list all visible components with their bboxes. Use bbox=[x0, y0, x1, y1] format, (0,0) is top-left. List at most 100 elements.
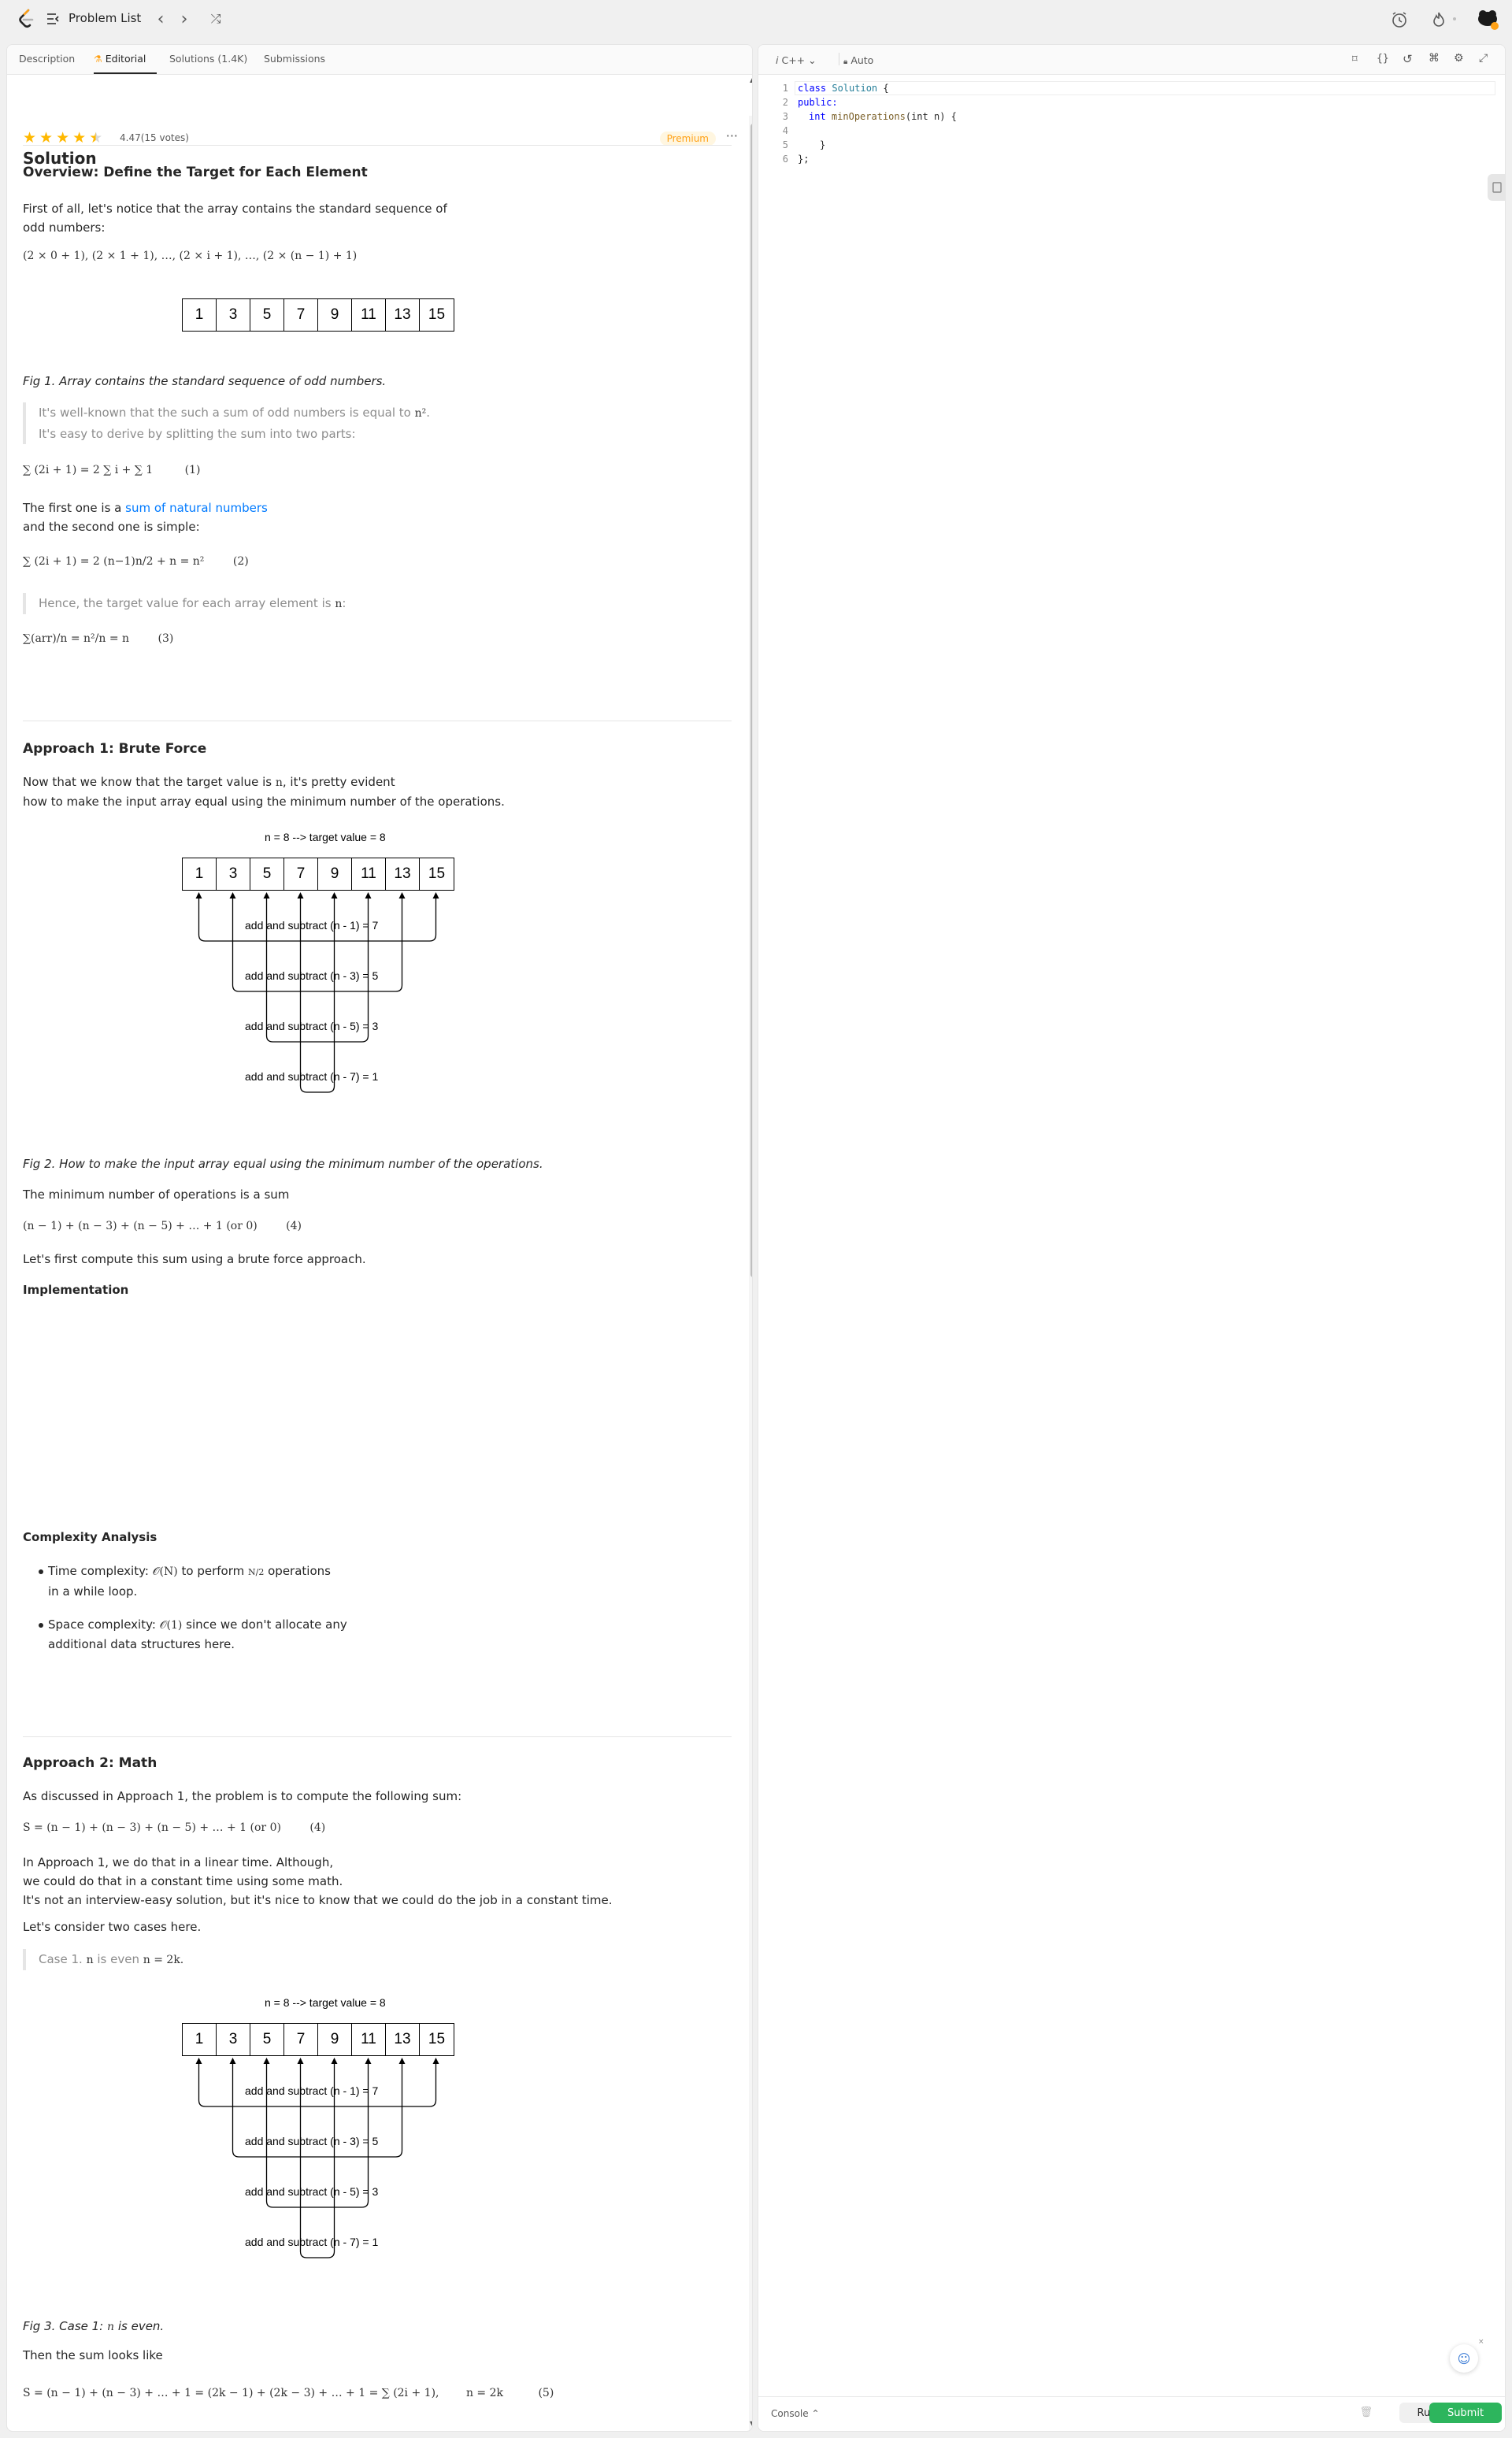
submit-button[interactable]: Submit bbox=[1429, 2403, 1502, 2423]
space-complexity-line-1: Space complexity: 𝒪(1) since we don't al… bbox=[48, 1615, 347, 1635]
bookmark-icon[interactable]: ⌑ bbox=[1352, 54, 1358, 65]
line-number: 4 bbox=[782, 125, 788, 136]
code-line-1[interactable]: class Solution { bbox=[798, 83, 889, 94]
fig3-math: n bbox=[107, 2321, 115, 2333]
time-complexity-line-1: Time complexity: 𝒪(N) to perform N/2 ope… bbox=[48, 1562, 331, 1582]
star-icon[interactable]: ★ bbox=[72, 130, 86, 146]
array-cell: 3 bbox=[217, 2024, 250, 2055]
arrow-head-icon bbox=[365, 892, 372, 899]
line-number: 6 bbox=[782, 154, 788, 165]
tab-solutions[interactable]: Solutions (1.4K) bbox=[169, 53, 247, 65]
approach2-line-c: It's not an interview-easy solution, but… bbox=[23, 1893, 613, 1907]
scrollbar-thumb[interactable] bbox=[750, 124, 752, 1277]
array-cell: 1 bbox=[183, 299, 217, 331]
autocomplete-toggle[interactable]: 🔒︎ Auto bbox=[843, 54, 873, 66]
chevron-up-icon: ⌃ bbox=[811, 2408, 820, 2419]
shortcuts-icon[interactable]: ⌘ bbox=[1429, 52, 1440, 65]
fullscreen-icon[interactable]: ⤢ bbox=[1479, 52, 1488, 65]
case1-math-n: n bbox=[86, 1954, 94, 1966]
assistant-chat-icon[interactable]: ☺ bbox=[1450, 2344, 1478, 2373]
equation-5-number: (5) bbox=[538, 2387, 554, 2399]
half-star-icon[interactable]: ★ bbox=[89, 130, 102, 146]
arrow-head-icon bbox=[331, 2058, 338, 2064]
array-cell: 5 bbox=[250, 858, 284, 890]
code-line-2[interactable]: public: bbox=[798, 97, 838, 108]
array-cell: 15 bbox=[428, 865, 446, 882]
rating-stars[interactable]: ★ ★ ★ ★ ★ bbox=[23, 130, 102, 146]
console-label: Console bbox=[771, 2408, 809, 2419]
star-icon[interactable]: ★ bbox=[39, 130, 53, 146]
next-problem-icon[interactable]: › bbox=[175, 9, 194, 29]
array-figure-1: 1 3 5 7 9 11 13 15 bbox=[182, 298, 454, 332]
streak-icon[interactable] bbox=[1429, 9, 1449, 30]
problem-list-link[interactable]: Problem List bbox=[69, 11, 141, 25]
fig1-caption: Fig 1. Array contains the standard seque… bbox=[23, 374, 387, 388]
divider bbox=[23, 145, 732, 146]
format-braces-icon[interactable]: {} bbox=[1377, 53, 1389, 65]
time-text: to perform bbox=[181, 1564, 245, 1578]
shuffle-icon[interactable]: ⤮ bbox=[206, 9, 225, 28]
settings-gear-icon[interactable]: ⚙ bbox=[1454, 52, 1464, 65]
quote-odd-sum: It's well-known that the such a sum of o… bbox=[23, 402, 574, 444]
equation-5-body: S = (n − 1) + (n − 3) + … + 1 = (2k − 1)… bbox=[23, 2387, 439, 2399]
case1-text: is even bbox=[97, 1952, 139, 1966]
array-cell: 3 bbox=[217, 299, 250, 331]
array-cell: 7 bbox=[284, 858, 318, 890]
time-math: 𝒪(N) bbox=[152, 1565, 178, 1578]
array-cell: 13 bbox=[386, 2024, 420, 2055]
arrow-head-icon bbox=[263, 2058, 270, 2064]
problem-list-icon[interactable] bbox=[46, 11, 61, 27]
quote-target-math: n bbox=[335, 598, 343, 610]
star-icon[interactable]: ★ bbox=[23, 130, 36, 146]
tab-editorial[interactable]: ⚗ Editorial bbox=[94, 53, 146, 65]
avatar[interactable] bbox=[1476, 8, 1499, 31]
timer-icon[interactable] bbox=[1389, 9, 1410, 30]
tab-description[interactable]: Description bbox=[19, 53, 75, 65]
console-toggle[interactable]: Console ⌃ bbox=[771, 2408, 820, 2419]
language-label: C++ bbox=[781, 54, 806, 66]
quote-math-n2: n² bbox=[414, 407, 427, 420]
language-select[interactable]: i C++ ⌄ bbox=[776, 54, 817, 66]
reset-icon[interactable]: ↺ bbox=[1403, 52, 1413, 66]
approach2-line-b: we could do that in a constant time usin… bbox=[23, 1874, 343, 1888]
code-line-6[interactable]: }; bbox=[798, 154, 809, 165]
equation-3-number: (3) bbox=[158, 632, 174, 645]
code-line-3[interactable]: int minOperations(int n) { bbox=[809, 111, 957, 122]
star-icon[interactable]: ★ bbox=[56, 130, 69, 146]
space-label: Space complexity: bbox=[48, 1617, 156, 1632]
prev-problem-icon[interactable]: ‹ bbox=[151, 9, 170, 29]
diagram-fig3: n = 8 --> target value = 8 1 3 5 7 9 11 13 15 add… bbox=[7, 1990, 752, 2305]
space-math: 𝒪(1) bbox=[159, 1619, 183, 1632]
trash-icon[interactable]: 🗑︎ bbox=[1359, 2407, 1373, 2418]
arrow-head-icon bbox=[398, 2058, 406, 2064]
sum-looks-like-paragraph: Then the sum looks like bbox=[23, 2348, 163, 2362]
equation-4b: S = (n − 1) + (n − 3) + (n − 5) + … + 1 … bbox=[23, 1821, 325, 1834]
complexity-heading: Complexity Analysis bbox=[23, 1530, 158, 1544]
arrow-head-icon bbox=[365, 2058, 372, 2064]
quote-target-text: Hence, the target value for each array e… bbox=[39, 596, 332, 610]
case1-math-eq: n = 2k. bbox=[143, 1954, 184, 1966]
side-notes-tab[interactable] bbox=[1488, 174, 1505, 201]
array-cell: 13 bbox=[386, 858, 420, 890]
approach1-text-b: , it's pretty evident bbox=[282, 775, 395, 789]
equation-4-number: (4) bbox=[286, 1220, 302, 1232]
array-cell: 13 bbox=[386, 299, 420, 331]
scroll-down-icon[interactable]: ▼ bbox=[750, 2420, 752, 2427]
close-icon[interactable]: × bbox=[1478, 2338, 1484, 2346]
scroll-up-icon[interactable]: ▲ bbox=[750, 76, 752, 83]
tab-submissions[interactable]: Submissions bbox=[264, 53, 325, 65]
line-number: 5 bbox=[782, 139, 788, 150]
line-number: 2 bbox=[782, 97, 788, 108]
first-one-line: The first one is a sum of natural number… bbox=[23, 498, 268, 517]
equation-4: (n − 1) + (n − 3) + (n − 5) + … + 1 (or … bbox=[23, 1220, 302, 1232]
note-icon bbox=[1492, 182, 1502, 193]
code-line-5[interactable]: } bbox=[820, 139, 825, 150]
arrow-head-icon bbox=[195, 892, 202, 899]
array-cell: 15 bbox=[428, 306, 446, 323]
quote-line-2: It's easy to derive by splitting the sum… bbox=[39, 427, 356, 441]
leetcode-logo-icon[interactable] bbox=[17, 9, 35, 29]
more-options-icon[interactable]: ··· bbox=[726, 128, 738, 143]
natural-numbers-link[interactable]: sum of natural numbers bbox=[125, 501, 268, 515]
operation-label: add and subtract (n - 7) = 1 bbox=[245, 2236, 379, 2248]
time-complexity-item: Time complexity: 𝒪(N) to perform N/2 ope… bbox=[48, 1562, 331, 1601]
